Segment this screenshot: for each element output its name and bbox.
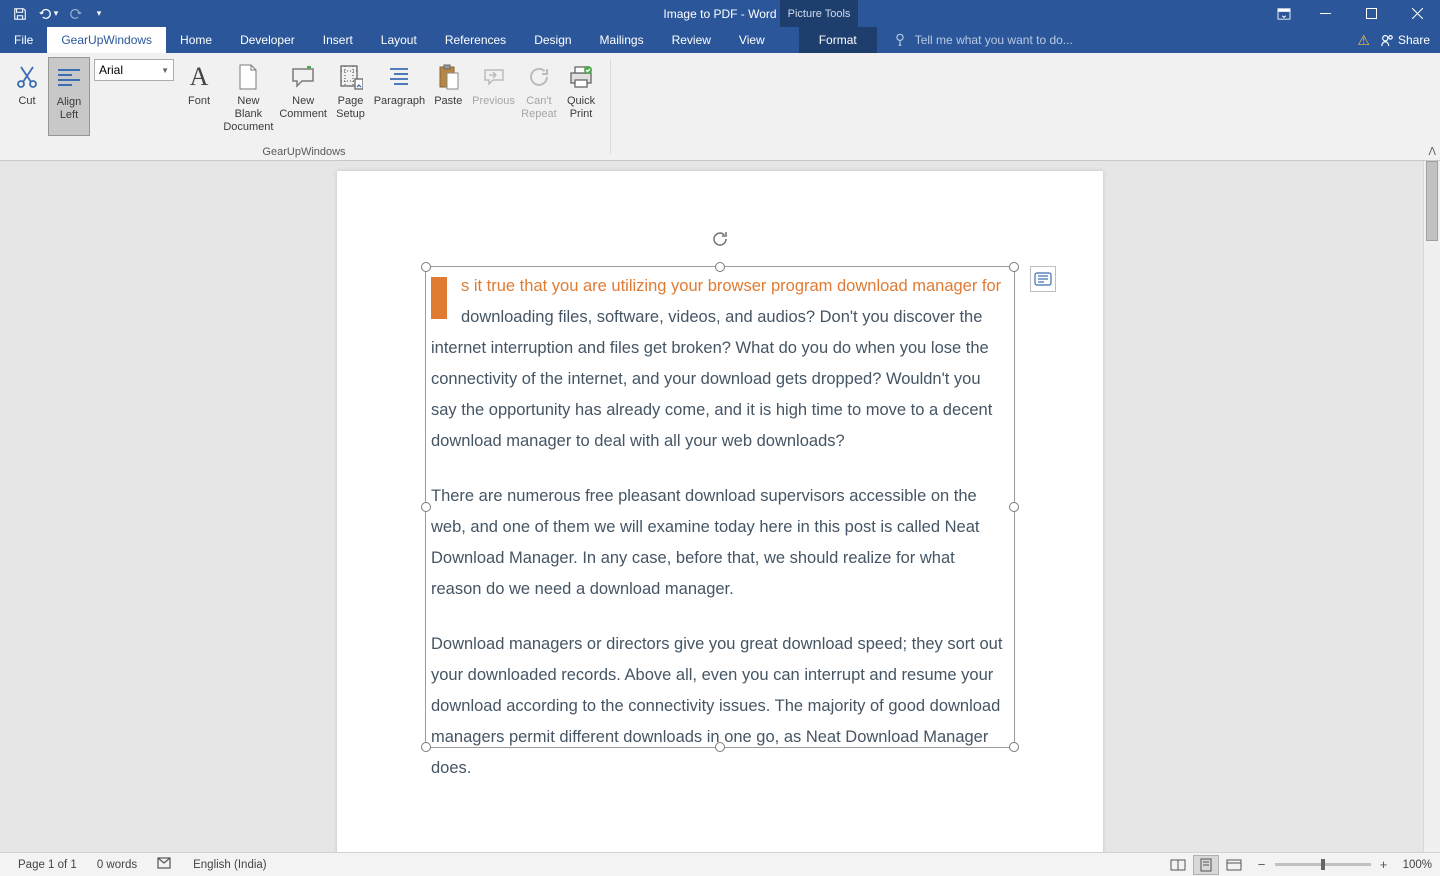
language-indicator[interactable]: English (India) — [183, 859, 277, 871]
tab-mailings[interactable]: Mailings — [586, 27, 658, 53]
tab-design[interactable]: Design — [520, 27, 585, 53]
chevron-down-icon: ▼ — [161, 66, 169, 75]
cut-button[interactable]: Cut — [6, 57, 48, 136]
page[interactable]: s it true that you are utilizing your br… — [337, 171, 1103, 852]
page-setup-icon — [337, 59, 363, 95]
document-scroll[interactable]: s it true that you are utilizing your br… — [0, 161, 1440, 852]
maximize-button[interactable] — [1348, 0, 1394, 27]
save-button[interactable] — [8, 0, 32, 27]
font-name-combo[interactable]: Arial ▼ — [94, 59, 174, 81]
zoom-slider[interactable] — [1275, 863, 1371, 866]
vertical-scrollbar[interactable] — [1423, 161, 1440, 852]
zoom-in-button[interactable]: + — [1377, 858, 1391, 872]
repeat-icon — [527, 59, 551, 95]
paste-button[interactable]: Paste — [427, 57, 469, 136]
tab-insert[interactable]: Insert — [309, 27, 367, 53]
document-title: Image to PDF - Word — [663, 7, 776, 21]
scissors-icon — [15, 59, 39, 95]
window-controls — [1302, 0, 1440, 27]
share-label: Share — [1398, 33, 1430, 47]
zoom-slider-knob[interactable] — [1321, 859, 1325, 870]
tab-review[interactable]: Review — [658, 27, 725, 53]
align-left-icon — [56, 60, 82, 96]
quick-print-button[interactable]: QuickPrint — [560, 57, 602, 136]
align-left-button[interactable]: AlignLeft — [48, 57, 90, 136]
document-area: s it true that you are utilizing your br… — [0, 161, 1440, 852]
font-button[interactable]: A Font — [178, 57, 220, 136]
picture-tools-tab-label: Picture Tools — [780, 0, 858, 27]
web-layout-button[interactable] — [1221, 855, 1247, 875]
resize-handle-bl[interactable] — [421, 742, 431, 752]
title-bar: ▾ ▾ Image to PDF - Word Picture Tools — [0, 0, 1440, 27]
resize-handle-tr[interactable] — [1009, 262, 1019, 272]
resize-handle-br[interactable] — [1009, 742, 1019, 752]
ribbon-tabs: File GearUpWindows Home Developer Insert… — [0, 27, 1440, 53]
minimize-button[interactable] — [1302, 0, 1348, 27]
tab-references[interactable]: References — [431, 27, 520, 53]
new-blank-document-button[interactable]: New BlankDocument — [220, 57, 277, 136]
font-a-icon: A — [190, 59, 209, 95]
resize-handle-tl[interactable] — [421, 262, 431, 272]
font-name-value: Arial — [99, 63, 123, 77]
resize-handle-mr[interactable] — [1009, 502, 1019, 512]
tab-home[interactable]: Home — [166, 27, 226, 53]
zoom-out-button[interactable]: − — [1255, 858, 1269, 872]
tab-layout[interactable]: Layout — [367, 27, 431, 53]
alert-icon[interactable]: ⚠ — [1357, 32, 1370, 49]
collapse-ribbon-button[interactable]: ᐱ — [1428, 145, 1436, 158]
tab-format[interactable]: Format — [799, 27, 877, 53]
tab-view[interactable]: View — [725, 27, 779, 53]
ribbon: Cut AlignLeft Arial ▼ A Font New BlankDo… — [0, 53, 1440, 161]
ribbon-separator — [610, 59, 611, 154]
previous-comment-icon — [482, 59, 506, 95]
new-comment-button[interactable]: NewComment — [277, 57, 330, 136]
comment-icon — [290, 59, 316, 95]
ribbon-group-label: GearUpWindows — [0, 146, 608, 158]
view-buttons — [1165, 855, 1247, 875]
tab-gearupwindows[interactable]: GearUpWindows — [47, 27, 166, 53]
page-setup-button[interactable]: PageSetup — [329, 57, 371, 136]
page-indicator[interactable]: Page 1 of 1 — [8, 859, 87, 871]
share-button[interactable]: Share — [1380, 33, 1430, 47]
clipboard-icon — [436, 59, 460, 95]
tab-developer[interactable]: Developer — [226, 27, 309, 53]
print-layout-button[interactable] — [1193, 855, 1219, 875]
printer-icon — [568, 59, 594, 95]
document-icon — [237, 59, 259, 95]
ribbon-display-options-button[interactable] — [1268, 0, 1300, 27]
status-bar: Page 1 of 1 0 words English (India) − + … — [0, 852, 1440, 876]
zoom-level[interactable]: 100% — [1397, 859, 1432, 871]
paragraph-icon — [388, 59, 410, 95]
proofing-button[interactable] — [147, 856, 183, 873]
zoom-control: − + 100% — [1255, 858, 1432, 872]
tell-me-box[interactable]: Tell me what you want to do... — [877, 27, 1358, 53]
resize-handle-tm[interactable] — [715, 262, 725, 272]
scrollbar-thumb[interactable] — [1426, 161, 1438, 241]
tell-me-placeholder: Tell me what you want to do... — [915, 33, 1073, 47]
share-group: ⚠ Share — [1357, 27, 1440, 53]
tab-file[interactable]: File — [0, 27, 47, 53]
resize-handle-bm[interactable] — [715, 742, 725, 752]
layout-options-button[interactable] — [1030, 266, 1056, 292]
cant-repeat-button[interactable]: Can'tRepeat — [518, 57, 560, 136]
read-mode-button[interactable] — [1165, 855, 1191, 875]
qat-customize-button[interactable]: ▾ — [92, 0, 106, 27]
word-count[interactable]: 0 words — [87, 859, 147, 871]
selected-picture-frame[interactable] — [425, 266, 1015, 748]
resize-handle-ml[interactable] — [421, 502, 431, 512]
quick-access-toolbar: ▾ ▾ — [0, 0, 106, 27]
previous-button[interactable]: Previous — [469, 57, 517, 136]
close-button[interactable] — [1394, 0, 1440, 27]
undo-button[interactable]: ▾ — [36, 0, 60, 27]
paragraph-button[interactable]: Paragraph — [371, 57, 427, 136]
repeat-button[interactable] — [64, 0, 88, 27]
rotate-handle[interactable] — [710, 229, 730, 249]
